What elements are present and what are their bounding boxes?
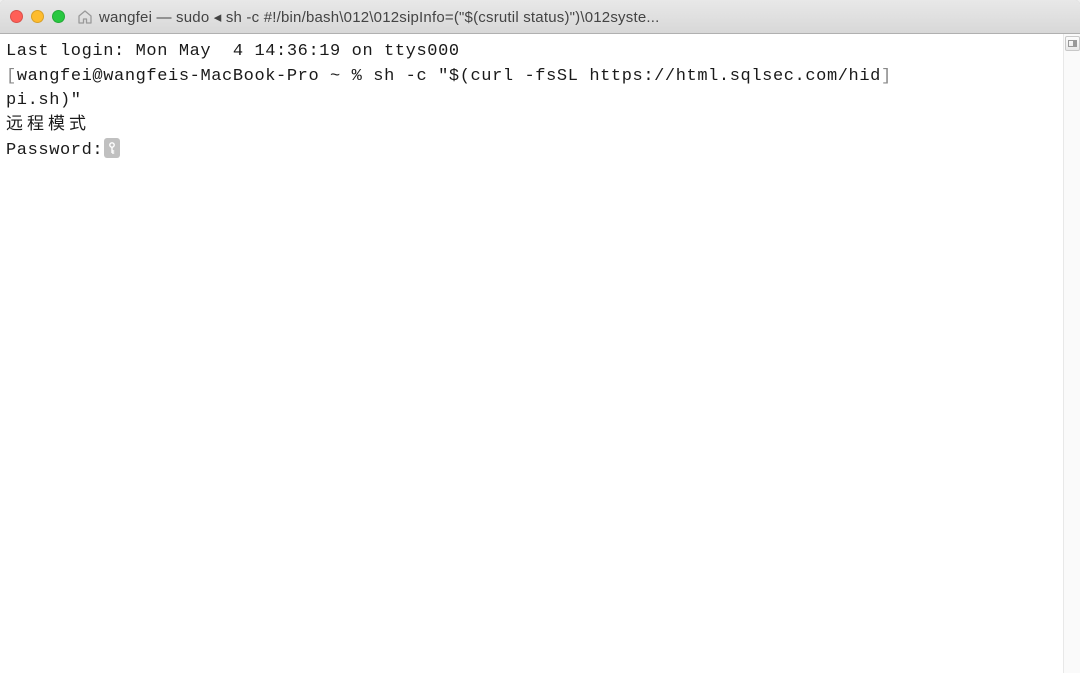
- prompt-bracket-open: [: [6, 67, 17, 86]
- maximize-button[interactable]: [52, 10, 65, 23]
- window-titlebar[interactable]: wangfei — sudo ◂ sh -c #!/bin/bash\012\0…: [0, 0, 1080, 34]
- minimize-button[interactable]: [31, 10, 44, 23]
- command-text-part2: pi.sh)": [6, 91, 82, 110]
- terminal-window: wangfei — sudo ◂ sh -c #!/bin/bash\012\0…: [0, 0, 1080, 673]
- traffic-lights: [10, 10, 65, 23]
- remote-mode-line: 远程模式: [6, 116, 90, 135]
- prompt-bracket-close: ]: [881, 67, 892, 86]
- password-prompt: Password:: [6, 141, 103, 160]
- pane-toggle-icon: [1068, 40, 1077, 47]
- window-title: wangfei — sudo ◂ sh -c #!/bin/bash\012\0…: [99, 8, 1070, 26]
- scrollbar-track[interactable]: [1063, 34, 1080, 673]
- command-text-part1: sh -c "$(curl -fsSL https://html.sqlsec.…: [373, 67, 881, 86]
- last-login-line: Last login: Mon May 4 14:36:19 on ttys00…: [6, 42, 460, 61]
- close-button[interactable]: [10, 10, 23, 23]
- pane-toggle-button[interactable]: [1065, 36, 1080, 51]
- home-folder-icon: [77, 9, 93, 25]
- terminal-content[interactable]: Last login: Mon May 4 14:36:19 on ttys00…: [0, 34, 1063, 673]
- shell-prompt: wangfei@wangfeis-MacBook-Pro ~ %: [17, 67, 373, 86]
- terminal-area: Last login: Mon May 4 14:36:19 on ttys00…: [0, 34, 1080, 673]
- key-icon: [104, 138, 120, 158]
